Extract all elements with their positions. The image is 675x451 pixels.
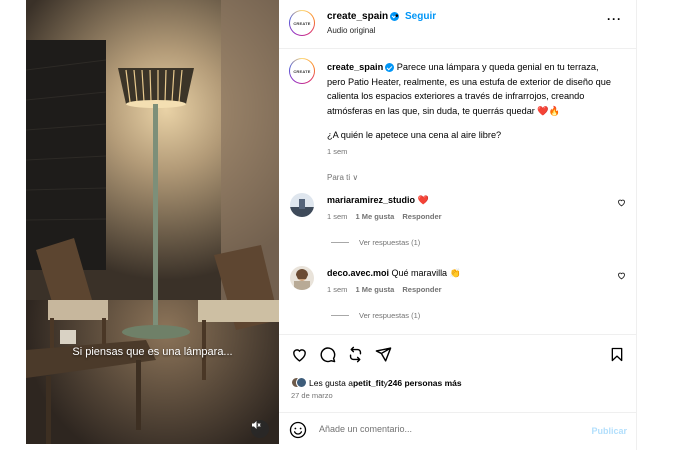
reply-button[interactable]: Responder — [402, 285, 441, 294]
video-frame — [26, 0, 279, 444]
comment-content: deco.avec.moi Qué maravilla 👏 — [327, 268, 461, 279]
replies-divider — [331, 315, 349, 316]
caption-text-block: create_spain Parece una lámpara y queda … — [327, 60, 617, 118]
publish-button[interactable]: Publicar — [591, 426, 627, 436]
view-replies-label: Ver respuestas (1) — [359, 238, 421, 247]
caption-question: ¿A quién le apetece una cena al aire lib… — [327, 130, 502, 140]
view-replies-button[interactable]: Ver respuestas (1) — [331, 238, 420, 247]
reply-button[interactable]: Responder — [402, 212, 441, 221]
post-header: CREATE create_spain • Seguir Audio origi… — [279, 0, 636, 49]
send-icon — [375, 347, 392, 362]
comment-content: mariaramirez_studio ❤️ — [327, 195, 429, 206]
author-username[interactable]: create_spain — [327, 11, 400, 22]
share-button[interactable] — [375, 346, 392, 368]
comments-filter[interactable]: Para ti ∨ — [327, 173, 358, 182]
more-options-icon[interactable]: ··· — [607, 12, 622, 26]
avatar-logo: CREATE — [290, 59, 314, 83]
post-actions: Les gusta a petit_fit y 246 personas más… — [279, 334, 636, 407]
comment-likes[interactable]: 1 Me gusta — [356, 285, 395, 294]
caption-timestamp[interactable]: 1 sem — [327, 147, 347, 156]
commenter-avatar[interactable] — [290, 193, 314, 217]
comment-button[interactable] — [319, 346, 336, 368]
comment-item: deco.avec.moi Qué maravilla 👏 1 sem 1 Me… — [279, 266, 636, 320]
like-comment-button[interactable] — [617, 198, 626, 209]
likes-summary[interactable]: Les gusta a petit_fit y 246 personas más — [291, 377, 462, 389]
comment-text: ❤️ — [417, 195, 429, 205]
avatar-image — [290, 266, 314, 290]
commenter-username[interactable]: deco.avec.moi — [327, 268, 389, 278]
comment-time[interactable]: 1 sem — [327, 212, 347, 221]
avatar-image — [290, 193, 314, 217]
audio-link[interactable]: Audio original — [327, 26, 375, 35]
video-caption: Si piensas que es una lámpara... — [72, 346, 233, 358]
avatar-logo: CREATE — [290, 11, 314, 35]
commenter-username[interactable]: mariaramirez_studio — [327, 195, 415, 205]
smiley-icon — [289, 421, 307, 439]
caption-avatar[interactable]: CREATE — [289, 58, 315, 84]
author-avatar[interactable]: CREATE — [289, 10, 315, 36]
replies-divider — [331, 242, 349, 243]
likes-user[interactable]: petit_fit — [353, 378, 384, 388]
heart-icon — [293, 349, 306, 362]
post-date[interactable]: 27 de marzo — [291, 391, 333, 400]
comment-bubble-icon — [320, 347, 336, 363]
add-comment-bar: Publicar — [279, 412, 636, 451]
mute-button[interactable] — [251, 420, 269, 438]
bookmark-icon — [611, 347, 623, 362]
like-comment-button[interactable] — [617, 271, 626, 282]
comment-time[interactable]: 1 sem — [327, 285, 347, 294]
post-video[interactable]: Si piensas que es una lámpara... — [26, 0, 279, 444]
comment-text: Qué maravilla 👏 — [391, 268, 461, 278]
speaker-muted-icon — [252, 421, 261, 429]
comment-meta: 1 sem 1 Me gusta Responder — [327, 285, 448, 294]
like-button[interactable] — [291, 346, 308, 368]
author-username-text: create_spain — [327, 11, 389, 22]
likes-count[interactable]: 246 personas más — [388, 378, 462, 388]
likes-prefix: Les gusta a — [309, 378, 353, 388]
liker-avatars — [291, 377, 307, 389]
comment-input[interactable] — [317, 423, 561, 435]
view-replies-button[interactable]: Ver respuestas (1) — [331, 311, 420, 320]
repost-button[interactable] — [347, 346, 364, 368]
caption-username[interactable]: create_spain — [327, 62, 383, 72]
heart-icon — [618, 199, 625, 207]
heart-icon — [618, 272, 625, 280]
emoji-button[interactable] — [289, 421, 307, 444]
separator-dot: • — [395, 11, 399, 22]
save-button[interactable] — [609, 346, 625, 368]
comment-meta: 1 sem 1 Me gusta Responder — [327, 212, 448, 221]
post-panel: CREATE create_spain • Seguir Audio origi… — [279, 0, 637, 450]
view-replies-label: Ver respuestas (1) — [359, 311, 421, 320]
repost-icon — [349, 346, 362, 363]
follow-button[interactable]: Seguir — [405, 11, 436, 22]
verified-badge-icon — [385, 63, 395, 73]
comment-likes[interactable]: 1 Me gusta — [356, 212, 395, 221]
commenter-avatar[interactable] — [290, 266, 314, 290]
comment-item: mariaramirez_studio ❤️ 1 sem 1 Me gusta … — [279, 193, 636, 247]
